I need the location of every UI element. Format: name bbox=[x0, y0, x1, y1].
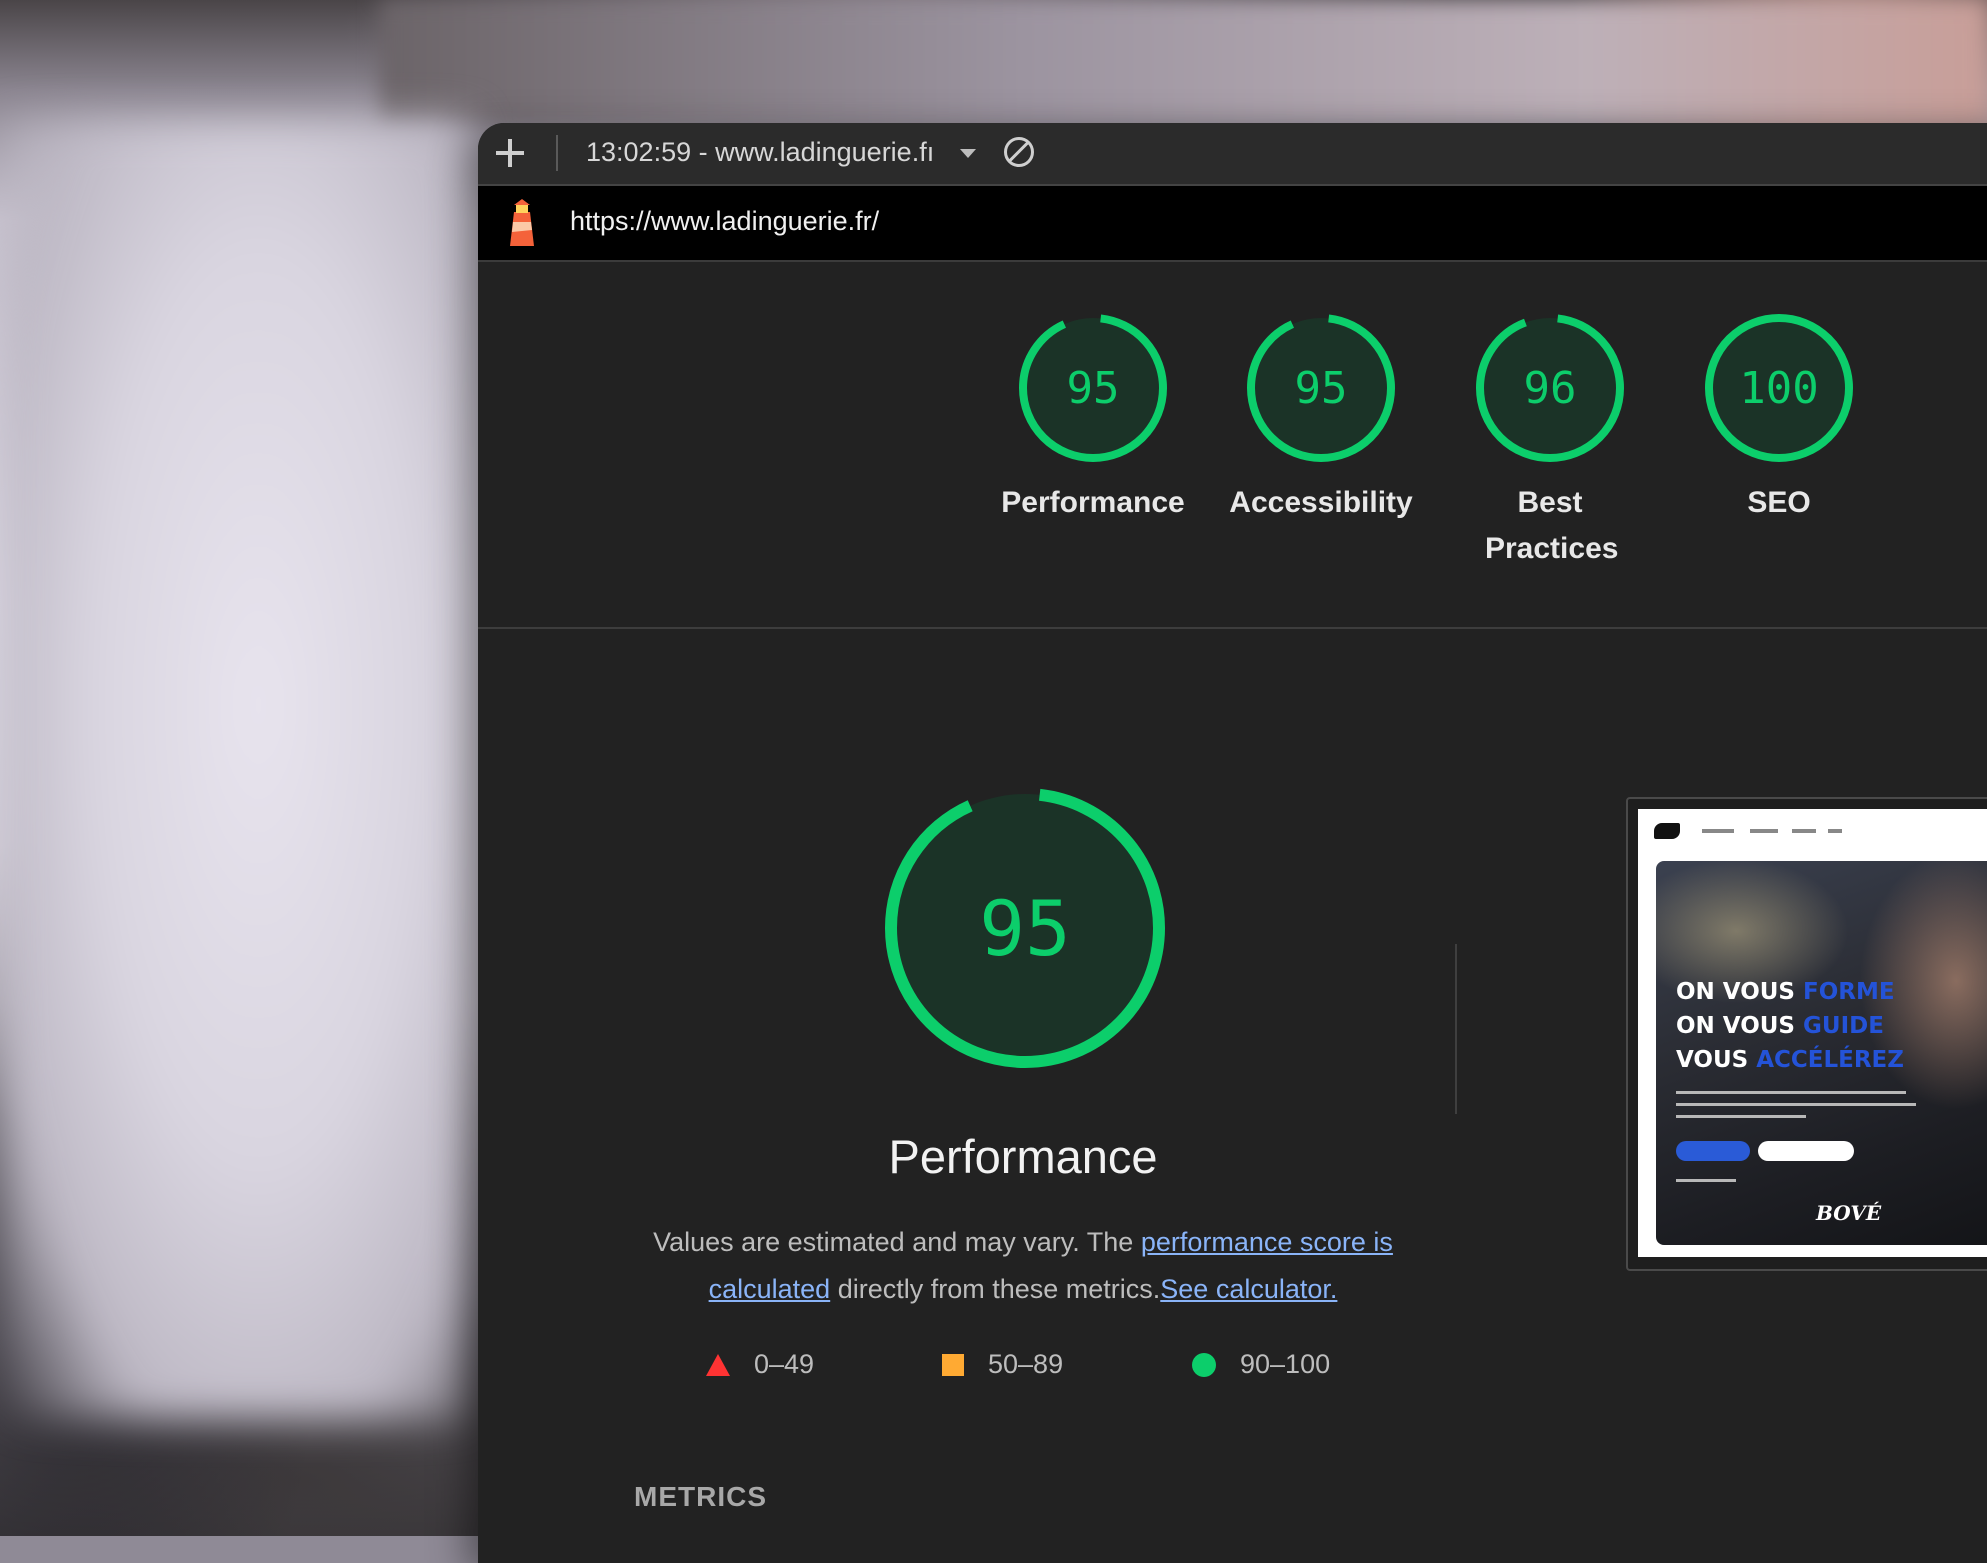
performance-large-gauge: 95 bbox=[885, 788, 1165, 1068]
page-screenshot: ON VOUS FORME ON VOUS GUIDE VOUS ACCÉLÉR… bbox=[1638, 809, 1987, 1257]
gauge-performance[interactable]: 95 Performance bbox=[978, 310, 1208, 526]
performance-desc-text: Values are estimated and may vary. The bbox=[653, 1227, 1141, 1257]
performance-large-gauge-value: 95 bbox=[979, 884, 1071, 973]
lighthouse-devtools-window: 13:02:59 - www.ladinguerie.fı https://ww… bbox=[478, 123, 1987, 1563]
gauge-performance-ring: 95 bbox=[1019, 314, 1167, 462]
toolbar-separator bbox=[556, 135, 558, 171]
hero-line-3: VOUS ACCÉLÉREZ bbox=[1676, 1047, 1904, 1073]
thumbnail-site-nav bbox=[1638, 809, 1987, 855]
gauge-seo-label: SEO bbox=[1747, 486, 1811, 519]
legend-average: 50–89 bbox=[942, 1349, 1063, 1380]
legend-fail-range: 0–49 bbox=[754, 1349, 815, 1379]
report-url[interactable]: https://www.ladinguerie.fr/ bbox=[570, 206, 879, 237]
lighthouse-logo-icon bbox=[510, 199, 534, 246]
pass-circle-icon bbox=[1192, 1352, 1216, 1377]
thumbnail-hero-image: ON VOUS FORME ON VOUS GUIDE VOUS ACCÉLÉR… bbox=[1656, 861, 1987, 1245]
gauge-best-practices-value: 96 bbox=[1524, 363, 1577, 414]
report-url-bar: https://www.ladinguerie.fr/ bbox=[478, 186, 1987, 262]
metrics-section-heading: METRICS bbox=[634, 1481, 767, 1512]
lighthouse-toolbar: 13:02:59 - www.ladinguerie.fı bbox=[478, 123, 1987, 186]
site-logo-icon bbox=[1654, 823, 1680, 839]
hero-line-2: ON VOUS GUIDE bbox=[1676, 1013, 1884, 1039]
fail-triangle-icon bbox=[706, 1353, 730, 1376]
performance-desc-text-middle: directly from these metrics. bbox=[830, 1274, 1161, 1304]
gauge-accessibility-ring: 95 bbox=[1247, 314, 1395, 462]
legend-pass: 90–100 bbox=[1192, 1349, 1330, 1380]
score-gauges-row: 95 Performance 95 Accessibility 96 Best … bbox=[478, 262, 1987, 629]
clear-reports-icon[interactable] bbox=[1004, 137, 1034, 167]
new-report-plus-icon[interactable] bbox=[494, 137, 526, 169]
gauge-performance-value: 95 bbox=[1067, 363, 1120, 414]
final-screenshot-thumbnail[interactable]: ON VOUS FORME ON VOUS GUIDE VOUS ACCÉLÉR… bbox=[1626, 797, 1987, 1271]
hero-primary-button bbox=[1676, 1141, 1750, 1161]
gauge-performance-label: Performance bbox=[1001, 486, 1185, 519]
see-calculator-link[interactable]: See calculator. bbox=[1160, 1274, 1337, 1304]
score-scale-legend: 0–49 50–89 90–100 bbox=[478, 1349, 1578, 1399]
legend-fail: 0–49 bbox=[706, 1349, 814, 1380]
legend-pass-range: 90–100 bbox=[1240, 1349, 1331, 1379]
performance-title: Performance bbox=[888, 1130, 1158, 1183]
hero-secondary-button bbox=[1758, 1141, 1854, 1161]
gauge-accessibility-label: Accessibility bbox=[1229, 486, 1413, 519]
hero-line-1: ON VOUS FORME bbox=[1676, 979, 1895, 1005]
partner-brand-logo: BOVÉ bbox=[1816, 1201, 1882, 1225]
gauge-accessibility[interactable]: 95 Accessibility bbox=[1206, 310, 1436, 526]
gauge-best-practices-ring: 96 bbox=[1476, 314, 1624, 462]
gauge-seo-value: 100 bbox=[1739, 363, 1818, 414]
gauge-seo-ring: 100 bbox=[1705, 314, 1853, 462]
report-dropdown-caret-icon[interactable] bbox=[960, 149, 976, 158]
gauge-best-practices-label: Best Practices bbox=[1485, 486, 1619, 565]
performance-description: Values are estimated and may vary. The p… bbox=[628, 1219, 1418, 1313]
legend-average-range: 50–89 bbox=[988, 1349, 1064, 1379]
average-square-icon bbox=[942, 1353, 964, 1376]
gauge-best-practices[interactable]: 96 Best Practices bbox=[1435, 310, 1665, 572]
gauge-accessibility-value: 95 bbox=[1295, 363, 1348, 414]
gauge-seo[interactable]: 100 SEO bbox=[1664, 310, 1894, 526]
vertical-divider bbox=[1455, 944, 1457, 1114]
performance-category-section: 95 Performance Values are estimated and … bbox=[478, 629, 1987, 1529]
report-selector-label[interactable]: 13:02:59 - www.ladinguerie.fı bbox=[586, 137, 934, 168]
